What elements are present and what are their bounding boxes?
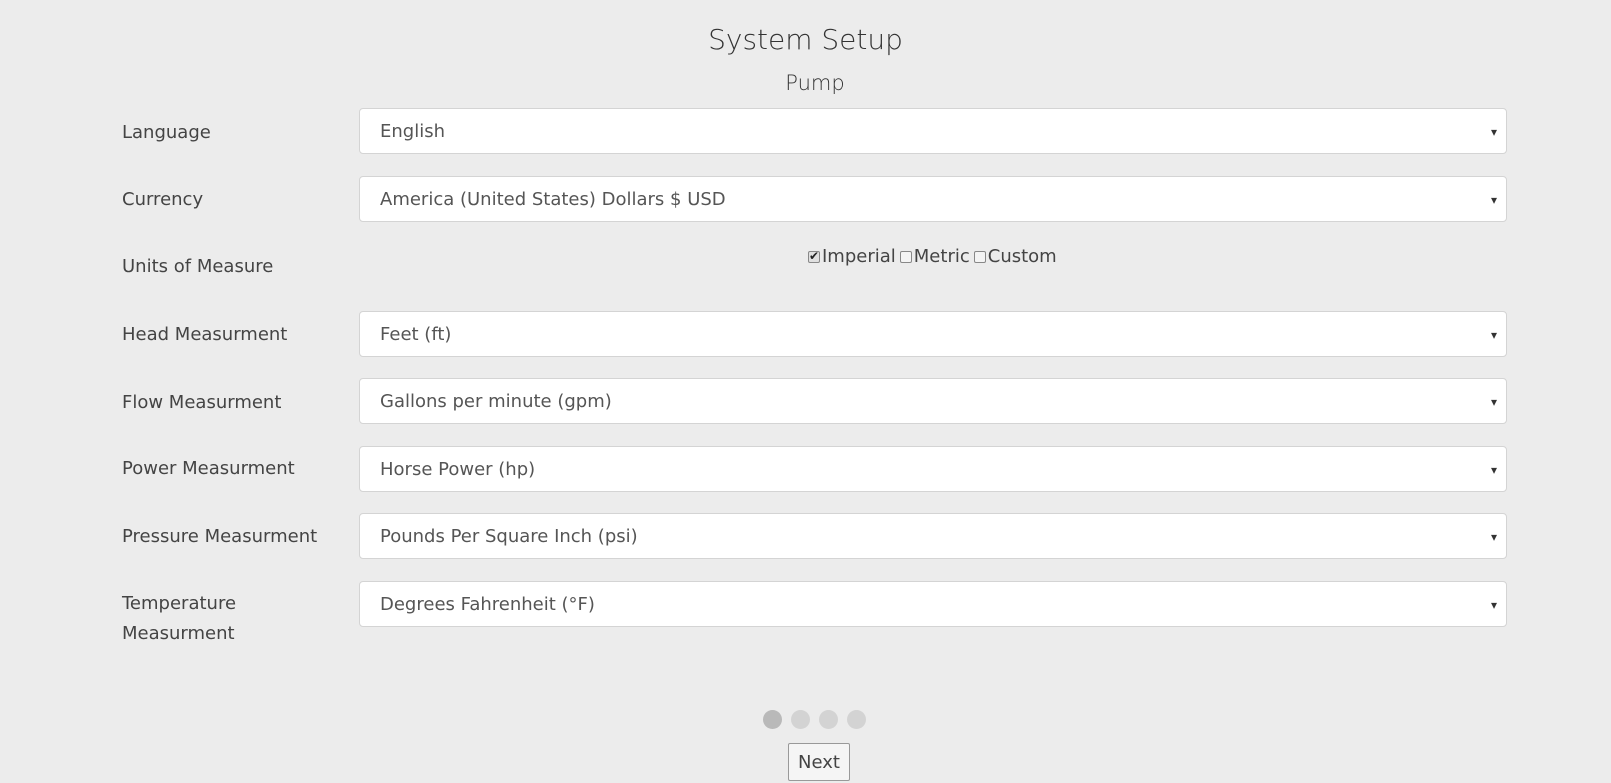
page-title: System Setup: [708, 23, 903, 56]
flow-label: Flow Measurment: [122, 392, 282, 413]
flow-select[interactable]: Gallons per minute (gpm) ▾: [359, 378, 1507, 424]
currency-label: Currency: [122, 189, 204, 210]
flow-value: Gallons per minute (gpm): [380, 391, 612, 412]
custom-option-label[interactable]: Custom: [988, 246, 1057, 267]
chevron-down-icon: ▾: [1490, 125, 1497, 139]
check-icon: ✔: [809, 248, 820, 263]
pressure-value: Pounds Per Square Inch (psi): [380, 526, 638, 547]
temperature-label: Temperature Measurment: [122, 589, 352, 649]
head-value: Feet (ft): [380, 324, 452, 345]
language-label: Language: [122, 122, 211, 143]
temperature-select[interactable]: Degrees Fahrenheit (°F) ▾: [359, 581, 1507, 627]
custom-checkbox[interactable]: [973, 250, 986, 263]
language-select[interactable]: English ▾: [359, 108, 1507, 154]
pressure-label: Pressure Measurment: [122, 526, 318, 547]
imperial-option-label[interactable]: Imperial: [822, 246, 896, 267]
currency-value: America (United States) Dollars $ USD: [380, 189, 726, 210]
step-dot-4[interactable]: [847, 710, 866, 729]
pressure-select[interactable]: Pounds Per Square Inch (psi) ▾: [359, 513, 1507, 559]
temperature-value: Degrees Fahrenheit (°F): [380, 594, 595, 615]
chevron-down-icon: ▾: [1490, 328, 1497, 342]
chevron-down-icon: ▾: [1490, 395, 1497, 409]
temperature-label-line1: Temperature: [122, 593, 237, 614]
step-indicator: [763, 710, 875, 729]
chevron-down-icon: ▾: [1490, 463, 1497, 477]
chevron-down-icon: ▾: [1490, 598, 1497, 612]
power-select[interactable]: Horse Power (hp) ▾: [359, 446, 1507, 492]
power-label: Power Measurment: [122, 458, 295, 479]
power-value: Horse Power (hp): [380, 459, 536, 480]
chevron-down-icon: ▾: [1490, 530, 1497, 544]
head-label: Head Measurment: [122, 324, 288, 345]
units-options: ✔ Imperial Metric Custom: [808, 246, 1061, 267]
units-label: Units of Measure: [122, 256, 274, 277]
head-select[interactable]: Feet (ft) ▾: [359, 311, 1507, 357]
imperial-checkbox[interactable]: ✔: [808, 248, 820, 263]
step-dot-2[interactable]: [791, 710, 810, 729]
metric-checkbox[interactable]: [899, 250, 912, 263]
step-dot-1[interactable]: [763, 710, 782, 729]
temperature-label-line2: Measurment: [122, 623, 235, 644]
page-subtitle: Pump: [785, 71, 845, 95]
currency-select[interactable]: America (United States) Dollars $ USD ▾: [359, 176, 1507, 222]
step-dot-3[interactable]: [819, 710, 838, 729]
chevron-down-icon: ▾: [1490, 193, 1497, 207]
language-value: English: [380, 121, 445, 142]
metric-option-label[interactable]: Metric: [914, 246, 970, 267]
next-button[interactable]: Next: [788, 743, 850, 781]
